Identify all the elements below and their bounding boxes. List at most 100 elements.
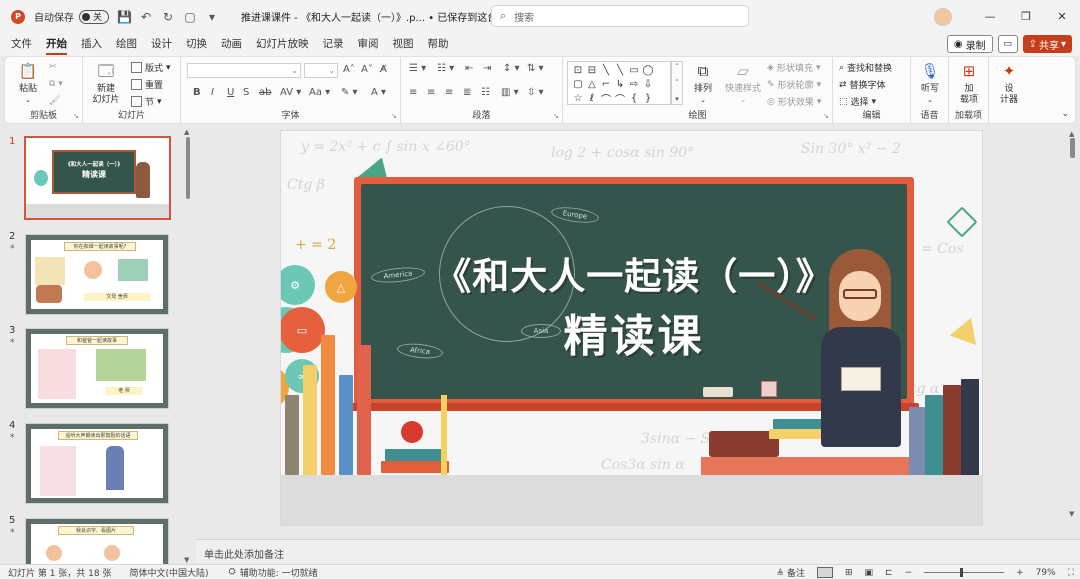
launcher-icon[interactable]: ↘ (73, 112, 79, 120)
left-brace-shape-icon[interactable]: { (627, 91, 641, 105)
scroll-thumb[interactable] (186, 137, 190, 199)
scroll-up-icon[interactable]: ▲ (184, 128, 189, 136)
launcher-icon[interactable]: ↘ (823, 112, 829, 120)
reset-button[interactable]: 重置 (131, 78, 163, 91)
undo-icon[interactable]: ↶ (139, 10, 153, 24)
select-button[interactable]: ⬚ 选择 ▾ (839, 95, 876, 109)
replace-font-button[interactable]: ⇄ 替换字体 (839, 78, 886, 92)
font-size-select[interactable]: ⌄ (304, 63, 338, 78)
find-replace-button[interactable]: ⌕ 查找和替换 (839, 61, 892, 75)
bracket-shape-icon[interactable]: ⌒ (613, 91, 627, 106)
comments-button[interactable]: ▭ (997, 35, 1018, 53)
tab-design[interactable]: 设计 (144, 33, 179, 56)
char-spacing-icon[interactable]: AV ▾ (280, 87, 301, 98)
zoom-in-icon[interactable]: + (1016, 568, 1024, 578)
minimize-icon[interactable]: — (972, 10, 1008, 23)
reading-view-icon[interactable]: ▣ (865, 568, 874, 578)
accessibility-status[interactable]: 辅助功能: 一切就绪 (240, 566, 318, 579)
shape-effects-button[interactable]: ◎ 形状效果 ▾ (767, 95, 821, 109)
triangle-shape-icon[interactable]: △ (585, 77, 599, 91)
addins-button[interactable]: ⊞ 加 载项 (955, 60, 983, 106)
star-shape-icon[interactable]: ☆ (571, 91, 585, 105)
shadow-icon[interactable]: S (243, 87, 249, 98)
tab-review[interactable]: 审阅 (351, 33, 386, 56)
zoom-level[interactable]: 79% (1036, 568, 1056, 578)
text-direction-icon[interactable]: ⇅ ▾ (527, 63, 544, 74)
justify-icon[interactable]: ≣ (463, 87, 471, 98)
tab-file[interactable]: 文件 (4, 33, 39, 56)
connector-shape-icon[interactable]: ⌐ (599, 77, 613, 91)
increase-font-icon[interactable]: A˄ (343, 64, 355, 75)
tab-slideshow[interactable]: 幻灯片放映 (249, 33, 316, 56)
decrease-indent-icon[interactable]: ⇤ (465, 63, 473, 74)
tab-insert[interactable]: 插入 (74, 33, 109, 56)
zoom-out-icon[interactable]: − (905, 568, 913, 578)
align-right-icon[interactable]: ≡ (445, 87, 453, 98)
rectangle-shape-icon[interactable]: ▭ (627, 63, 641, 77)
slide-thumbnail-2[interactable]: 你在和谁一起读故事呢? 文母 舍师 (25, 234, 169, 315)
oval-shape-icon[interactable]: ◯ (641, 63, 655, 77)
numbering-icon[interactable]: ☷ ▾ (437, 63, 454, 74)
align-text-icon[interactable]: ⇳ ▾ (527, 87, 544, 98)
layout-button[interactable]: 版式 ▾ (131, 61, 171, 74)
underline-icon[interactable]: U (227, 87, 234, 98)
tab-draw[interactable]: 绘图 (109, 33, 144, 56)
down-arrow-shape-icon[interactable]: ⇩ (641, 77, 655, 91)
zoom-slider-thumb[interactable] (960, 568, 964, 577)
restore-icon[interactable]: ❐ (1008, 10, 1044, 23)
shape-outline-button[interactable]: ✎ 形状轮廓 ▾ (767, 78, 821, 92)
strikethrough-icon[interactable]: ab (259, 87, 271, 98)
line-spacing-icon[interactable]: ↕ ▾ (503, 63, 520, 74)
slide-thumbnail-4[interactable]: 遥听大声朗读出那鼓励的话语 (25, 423, 169, 504)
align-center-icon[interactable]: ≡ (427, 87, 435, 98)
collapse-ribbon-icon[interactable]: ⌄ (1061, 109, 1069, 119)
more-icon[interactable]: ▾ (675, 95, 679, 103)
increase-indent-icon[interactable]: ⇥ (483, 63, 491, 74)
bullets-icon[interactable]: ☰ ▾ (409, 63, 426, 74)
launcher-icon[interactable]: ↘ (391, 112, 397, 120)
slide-thumbnail-5[interactable]: 我会识字、看图片 (25, 518, 169, 564)
format-painter-icon[interactable]: 🖌 (49, 96, 60, 106)
close-icon[interactable]: ✕ (1044, 10, 1080, 23)
avatar[interactable] (934, 7, 952, 26)
redo-icon[interactable]: ↻ (161, 10, 175, 24)
tab-view[interactable]: 视图 (386, 33, 421, 56)
font-color-icon[interactable]: A ▾ (371, 87, 386, 98)
zoom-slider[interactable] (924, 568, 1005, 577)
slide-title[interactable]: 《和大人一起读（一）》 (361, 246, 907, 300)
italic-icon[interactable]: I (211, 87, 214, 98)
decrease-font-icon[interactable]: A˅ (361, 64, 373, 75)
accessibility-icon[interactable]: ⛭ (229, 567, 236, 577)
designer-button[interactable]: ✦ 设 计器 (995, 60, 1023, 106)
slide-thumbnail-3[interactable]: 和爸爸一起读故事 老 师 (25, 328, 169, 409)
quick-styles-button[interactable]: ▱ 快速样式 ⌄ (723, 60, 763, 106)
font-name-select[interactable]: ⌄ (187, 63, 301, 78)
scroll-down-icon[interactable]: ˅ (675, 79, 679, 87)
scroll-down-icon[interactable]: ▼ (184, 556, 189, 564)
sorter-view-icon[interactable]: ⊞ (845, 568, 853, 578)
record-button[interactable]: ◉ 录制 (946, 35, 993, 53)
arrange-button[interactable]: ⧉ 排列 ⌄ (691, 60, 715, 106)
change-case-icon[interactable]: Aa ▾ (309, 87, 330, 98)
copy-icon[interactable]: ⧉ ▾ (49, 79, 63, 89)
curve-shape-icon[interactable]: ℓ (585, 91, 599, 105)
section-button[interactable]: 节 ▾ (131, 95, 162, 108)
slide-canvas[interactable]: y = 2x² + c ∫ sin x ∠60° log 2 + cosα si… (280, 130, 983, 526)
arrow-shape-icon[interactable]: ⇨ (627, 77, 641, 91)
thumbnail-scrollbar[interactable]: ▲ ▼ (183, 128, 193, 564)
normal-view-button[interactable] (816, 567, 833, 578)
fit-to-window-icon[interactable]: ⛶ (1068, 568, 1074, 578)
vertical-textbox-shape-icon[interactable]: ⊟ (585, 63, 599, 77)
slideshow-view-icon[interactable]: ⊏ (885, 568, 893, 578)
clear-format-icon[interactable]: A̸ (380, 64, 387, 75)
present-from-start-icon[interactable]: ▢ (183, 10, 197, 24)
scroll-down-icon[interactable]: ▼ (1069, 510, 1074, 518)
slide-thumbnail-1[interactable]: 《和大人一起读（一）》 精读课 (24, 136, 171, 220)
cut-icon[interactable]: ✂ (49, 62, 57, 72)
new-slide-button[interactable]: 🗔 新建 幻灯片 (89, 60, 123, 106)
search-input[interactable]: ⌕ 搜索 (491, 5, 749, 27)
tab-transitions[interactable]: 切换 (179, 33, 214, 56)
save-icon[interactable]: 💾 (117, 10, 132, 24)
notes-toggle[interactable]: ≜ 备注 (777, 566, 805, 579)
scroll-up-icon[interactable]: ˄ (675, 63, 679, 71)
